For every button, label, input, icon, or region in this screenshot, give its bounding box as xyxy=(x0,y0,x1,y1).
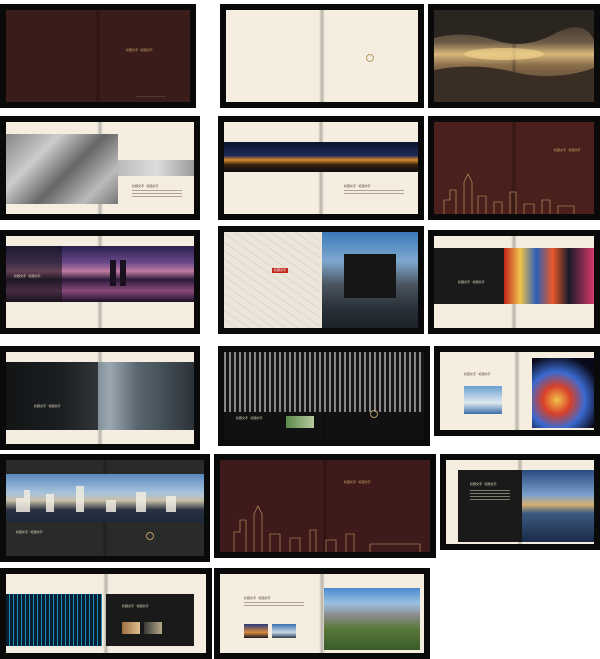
night-city-photo xyxy=(224,142,418,172)
bridge-photo-1 xyxy=(244,624,268,638)
park-city-photo xyxy=(324,588,420,650)
street-map xyxy=(224,232,320,328)
bw-photo-collage xyxy=(6,134,118,204)
cover-title: 标题文字 · 标题文字 xyxy=(126,48,153,52)
page-gutter xyxy=(95,10,101,102)
office-building-photo xyxy=(224,352,424,412)
sea-city-photo xyxy=(522,470,594,542)
dark-info-box xyxy=(344,254,396,298)
harbor-landscape xyxy=(434,10,594,102)
caption: 标题文字 · 标题文字 xyxy=(132,184,159,188)
tower-right xyxy=(120,260,126,286)
tower-left xyxy=(110,260,116,286)
page-gutter xyxy=(514,352,520,430)
city-photo-right xyxy=(118,160,194,176)
caption: 标题文字 · 标题文字 xyxy=(464,372,491,376)
spread-times-square: 标题文字 · 标题文字 xyxy=(428,230,600,334)
spread-sea-city: 标题文字 · 标题文字 xyxy=(440,454,600,550)
skyline-outline xyxy=(233,505,421,552)
dark-text-panel xyxy=(458,470,522,542)
spread-office-night: 标题文字 · 标题文字 xyxy=(218,346,430,446)
spread-maroon-skyline: 标题文字 · 标题文字 xyxy=(428,116,600,220)
page-gutter xyxy=(319,10,325,102)
emblem-icon xyxy=(146,532,154,540)
bridge-photo-2 xyxy=(272,624,296,638)
body-text xyxy=(344,190,404,196)
caption: 标题文字 · 标题文字 xyxy=(16,530,43,534)
cover-footer: —————————— xyxy=(136,94,166,98)
emblem-icon xyxy=(370,410,378,418)
caption: 标题文字 · 标题文字 xyxy=(244,596,271,600)
thumbnail-1 xyxy=(122,622,140,634)
ship-photo xyxy=(464,386,502,414)
body-text xyxy=(470,490,510,502)
dark-panel xyxy=(106,594,194,646)
spread-night-bridge: 标题文字 · 标题文字 xyxy=(218,116,424,220)
caption: 标题文字 · 标题文字 xyxy=(34,404,61,408)
dark-panel xyxy=(434,248,514,304)
dark-text-block xyxy=(6,362,98,430)
caption: 标题文字 · 标题文字 xyxy=(14,274,41,278)
spread-cover: 标题文字 · 标题文字 —————————— xyxy=(0,4,196,108)
body-text xyxy=(132,190,182,199)
spread-sunset-harbor xyxy=(428,4,600,108)
spread-glass-towers: 标题文字 · 标题文字 xyxy=(0,346,200,450)
caption: 标题文字 · 标题文字 xyxy=(554,148,581,152)
spread-map: 标题文字 xyxy=(218,226,424,334)
caption: 标题文字 · 标题文字 xyxy=(470,482,497,486)
caption: 标题文字 · 标题文字 xyxy=(458,280,485,284)
spread-twin-towers: 标题文字 · 标题文字 xyxy=(0,230,200,334)
data-wall-photo xyxy=(6,594,102,646)
spread-skyline-water: 标题文字 · 标题文字 xyxy=(0,454,210,562)
spread-maroon-city: 标题文字 · 标题文字 xyxy=(214,454,436,558)
thumbnail xyxy=(286,416,314,428)
thumbnail-2 xyxy=(144,622,162,634)
caption: 标题文字 · 标题文字 xyxy=(344,184,371,188)
caption: 标题文字 · 标题文字 xyxy=(122,604,149,608)
spread-park-city: 标题文字 · 标题文字 xyxy=(214,568,430,659)
times-square-photo xyxy=(504,248,594,304)
body-text xyxy=(244,602,304,608)
spread-data-wall: 标题文字 · 标题文字 xyxy=(0,568,212,659)
emblem-icon xyxy=(366,54,374,62)
spread-intro-blank xyxy=(220,4,424,108)
skyline-silhouette xyxy=(16,486,176,512)
location-marker[interactable]: 标题文字 xyxy=(272,268,289,273)
skyline-water-photo xyxy=(6,474,204,522)
spread-old-city-photos: 标题文字 · 标题文字 xyxy=(0,116,200,220)
caption: 标题文字 · 标题文字 xyxy=(236,416,263,420)
caption: 标题文字 · 标题文字 xyxy=(344,480,371,484)
light-trails-photo xyxy=(532,358,594,428)
skyline-outline xyxy=(443,173,575,214)
spread-light-trails: 标题文字 · 标题文字 xyxy=(434,346,600,436)
